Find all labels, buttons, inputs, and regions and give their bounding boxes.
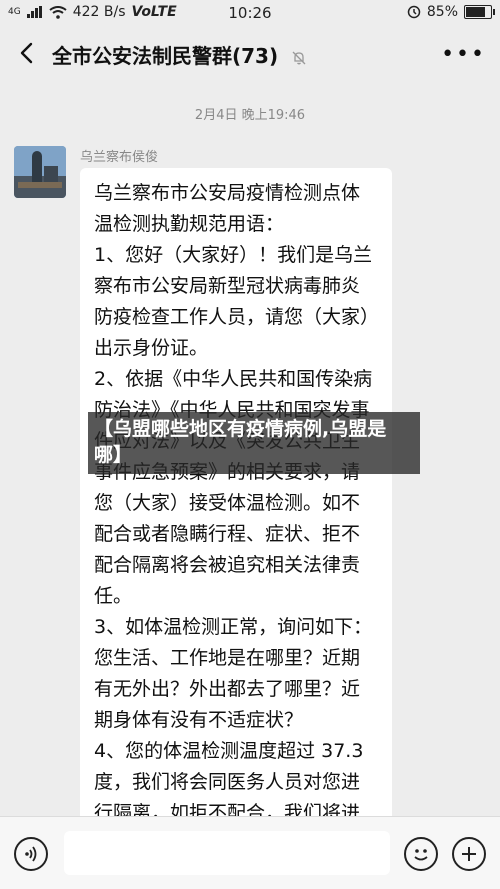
voice-icon	[25, 846, 37, 862]
message-timestamp: 2月4日 晚上19:46	[194, 108, 306, 123]
message-paragraph: 2、依据《中华人民共和国传染病防治法》《中华人民共和国突发事件应对法》以及《突发…	[94, 368, 373, 607]
sender-avatar[interactable]	[14, 146, 66, 198]
message-paragraph: 1、您好（大家好）！我们是乌兰察布市公安局新型冠状病毒肺炎防疫检查工作人员，请您…	[94, 244, 373, 359]
back-arrow-icon[interactable]	[12, 38, 42, 68]
overlay-caption: 【乌盟哪些地区有疫情病例,乌盟是哪】	[88, 412, 420, 474]
message-paragraph: 4、您的体温检测温度超过 37.3 度，我们将会同医务人员对您进行隔离，如拒不配…	[94, 740, 364, 816]
chat-header: 全市公安法制民警群(73) •••	[0, 26, 500, 84]
chat-title: 全市公安法制民警群(73)	[52, 44, 279, 68]
more-actions-button[interactable]	[452, 837, 486, 871]
chat-title-row: 全市公安法制民警群(73)	[52, 40, 307, 69]
emoji-button[interactable]	[404, 837, 438, 871]
battery-icon	[464, 5, 495, 19]
status-bar: 4G 422 B/s VoLTE 10:26 85%	[0, 0, 500, 26]
avatar-image	[14, 146, 66, 198]
input-bar	[0, 816, 500, 889]
plus-icon	[462, 847, 476, 861]
status-right: 85%	[407, 4, 495, 20]
mute-bell-icon	[292, 51, 306, 64]
message-paragraph: 3、如体温检测正常，询问如下：您生活、工作地是在哪里？近期有无外出？外出都去了哪…	[94, 616, 373, 731]
voice-input-button[interactable]	[14, 837, 48, 871]
sender-name: 乌兰察布侯俊	[80, 150, 159, 165]
emoji-icon	[414, 849, 428, 861]
alarm-icon	[407, 5, 421, 19]
message-bubble[interactable]: 乌兰察布市公安局疫情检测点体温检测执勤规范用语： 1、您好（大家好）！我们是乌兰…	[80, 168, 392, 816]
message-input[interactable]	[64, 831, 390, 875]
battery-percent: 85%	[426, 4, 458, 20]
message-paragraph: 乌兰察布市公安局疫情检测点体温检测执勤规范用语：	[94, 182, 361, 235]
more-options-icon[interactable]: •••	[441, 42, 486, 67]
